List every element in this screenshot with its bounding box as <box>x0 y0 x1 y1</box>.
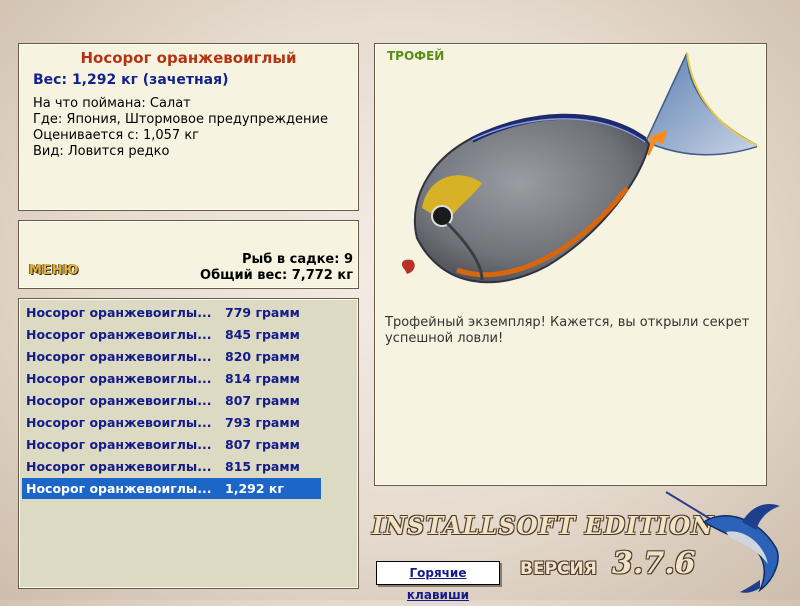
fish-info-panel: Носорог оранжевоиглый Вес: 1,292 кг (зач… <box>18 43 359 211</box>
list-item-weight: 814 грамм <box>225 371 300 386</box>
brand-title: INSTALLSOFT EDITION <box>372 511 715 540</box>
list-item-weight: 793 грамм <box>225 415 300 430</box>
fish-image <box>401 52 757 284</box>
list-item[interactable]: Носорог оранжевоиглы... 807 грамм <box>22 390 321 411</box>
list-item-name: Носорог оранжевоиглы... <box>26 371 212 386</box>
trophy-message: Трофейный экземпляр! Кажется, вы открыли… <box>385 315 750 346</box>
list-item-name: Носорог оранжевоиглы... <box>26 459 212 474</box>
list-item-name: Носорог оранжевоиглы... <box>26 437 212 452</box>
info-rarity: Вид: Ловится редко <box>33 144 170 159</box>
list-item[interactable]: Носорог оранжевоиглы... 820 грамм <box>22 346 321 367</box>
list-item-name: Носорог оранжевоиглы... <box>26 327 212 342</box>
fish-count: Рыб в садке: 9 <box>241 252 353 267</box>
info-bait: На что поймана: Салат <box>33 96 191 111</box>
cage-stats: Рыб в садке: 9 Общий вес: 7,772 кг <box>200 252 353 284</box>
list-item[interactable]: Носорог оранжевоиглы... 814 грамм <box>22 368 321 389</box>
marlin-logo-icon <box>665 491 780 593</box>
menu-button[interactable]: МЕНЮ <box>29 263 79 278</box>
version-label: ВЕРСИЯ <box>520 559 597 579</box>
menu-panel: МЕНЮ Рыб в садке: 9 Общий вес: 7,772 кг <box>18 220 359 289</box>
list-item-weight: 807 грамм <box>225 393 300 408</box>
total-weight: Общий вес: 7,772 кг <box>200 268 353 283</box>
list-item[interactable]: Носорог оранжевоиглы... 779 грамм <box>22 302 321 323</box>
list-item-name: Носорог оранжевоиглы... <box>26 481 212 496</box>
list-item[interactable]: Носорог оранжевоиглы... 793 грамм <box>22 412 321 433</box>
info-location: Где: Япония, Штормовое предупреждение <box>33 112 328 127</box>
list-item-name: Носорог оранжевоиглы... <box>26 349 212 364</box>
trophy-panel: ТРОФЕЙ Трофейный экземпляр! Кажется, вы … <box>374 43 767 486</box>
list-item[interactable]: Носорог оранжевоиглы... 845 грамм <box>22 324 321 345</box>
list-item-weight: 820 грамм <box>225 349 300 364</box>
list-item-weight: 1,292 кг <box>225 481 284 496</box>
fish-title: Носорог оранжевоиглый <box>80 49 297 67</box>
trophy-label: ТРОФЕЙ <box>387 49 445 63</box>
list-item-selected[interactable]: Носорог оранжевоиглы... 1,292 кг <box>22 478 321 499</box>
list-item[interactable]: Носорог оранжевоиглы... 815 грамм <box>22 456 321 477</box>
fish-weight: Вес: 1,292 кг (зачетная) <box>33 72 229 88</box>
list-item-weight: 815 грамм <box>225 459 300 474</box>
list-item-weight: 807 грамм <box>225 437 300 452</box>
list-item-weight: 845 грамм <box>225 327 300 342</box>
list-item-weight: 779 грамм <box>225 305 300 320</box>
list-item-name: Носорог оранжевоиглы... <box>26 305 212 320</box>
info-min-weight: Оценивается с: 1,057 кг <box>33 128 200 143</box>
list-item-name: Носорог оранжевоиглы... <box>26 393 212 408</box>
hotkeys-button[interactable]: Горячие клавиши <box>376 561 500 602</box>
list-item-name: Носорог оранжевоиглы... <box>26 415 212 430</box>
list-item[interactable]: Носорог оранжевоиглы... 807 грамм <box>22 434 321 455</box>
catch-list[interactable]: Носорог оранжевоиглы... 779 грамм Носоро… <box>18 298 359 589</box>
